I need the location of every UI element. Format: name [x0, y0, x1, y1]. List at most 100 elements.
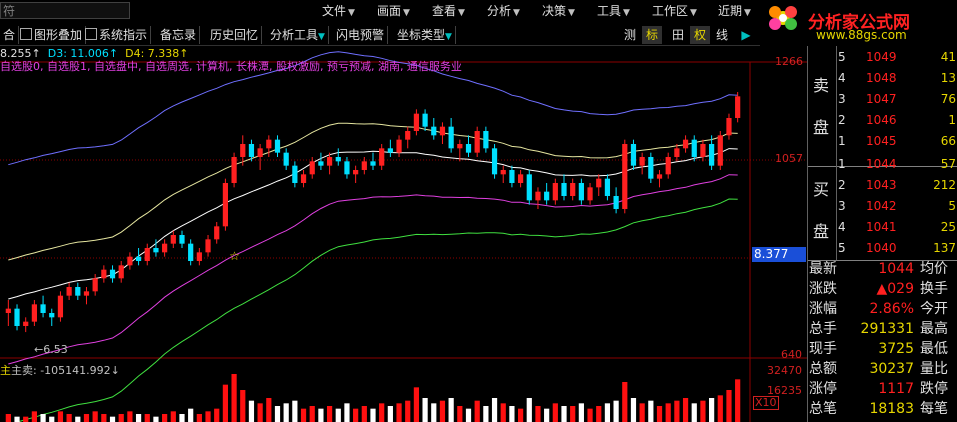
volume-bar: [587, 408, 593, 422]
order-price: 1040: [866, 241, 897, 255]
candle-body: [292, 165, 298, 183]
menu-file[interactable]: 文件 ▼: [322, 3, 355, 19]
order-book-sell-row[interactable]: 5 1049 41: [838, 47, 957, 68]
volume-bar: [526, 398, 532, 422]
toolbar-item-flash-alert[interactable]: 闪电预警: [333, 26, 389, 44]
candle-body: [83, 291, 90, 296]
candle-body: [491, 148, 498, 175]
price-axis-low: 640: [781, 348, 802, 361]
toolbar-item-graph-overlay[interactable]: 图形叠加: [17, 26, 87, 44]
volume-bar: [561, 406, 567, 422]
order-book-sell-row[interactable]: 4 1048 13: [838, 68, 957, 89]
order-volume: 57: [940, 157, 956, 171]
volume-bar: [448, 398, 454, 422]
toolbar-item-memo[interactable]: 备忘录: [157, 26, 201, 44]
candle-body: [188, 243, 194, 261]
candle-body: [457, 144, 463, 149]
volume-bar: [326, 406, 333, 422]
candle-body: [656, 174, 663, 179]
volume-bar: [144, 414, 150, 422]
chevron-down-icon: ▼: [403, 8, 410, 18]
candle-body: [361, 161, 367, 170]
toolbar-item-analysis-tools[interactable]: 分析工具▼: [267, 26, 329, 44]
candle-body: [214, 226, 220, 240]
toolbar-btn-measure[interactable]: 测: [620, 26, 640, 44]
order-book-sell-row[interactable]: 1 1045 66: [838, 131, 957, 152]
band-line: [8, 174, 738, 365]
volume-bar: [431, 403, 437, 422]
stat-label: 总笔: [809, 401, 837, 417]
volume-bar: [309, 406, 315, 422]
volume-bar: [49, 416, 55, 422]
menu-view[interactable]: 查看 ▼: [432, 3, 465, 19]
kline-chart[interactable]: ☆☆☆: [0, 46, 807, 422]
volume-bar: [188, 408, 194, 422]
toolbar-item-history[interactable]: 历史回忆: [207, 26, 263, 44]
candle-body: [439, 126, 446, 136]
stat-label-right: 均价: [920, 261, 948, 277]
candle-body: [344, 161, 350, 175]
candle-body: [526, 174, 532, 201]
order-book-buy-row[interactable]: 4 1041 25: [838, 217, 957, 238]
order-book-sell-row[interactable]: 3 1047 76: [838, 89, 957, 110]
flower-logo-icon: [769, 6, 797, 30]
menu-analysis-label: 分析: [487, 4, 512, 18]
order-book-sell-row[interactable]: 2 1046 1: [838, 110, 957, 131]
candle-body: [387, 148, 393, 153]
toolbar-btn-rights[interactable]: 权: [690, 26, 710, 44]
chevron-down-icon: ▼: [568, 8, 575, 18]
volume-bar: [717, 395, 723, 422]
candle-body: [735, 96, 741, 118]
order-book-buy-row[interactable]: 2 1043 212: [838, 175, 957, 196]
candle-body: [23, 321, 29, 326]
toolbar-item-axis-type[interactable]: 坐标类型▼: [394, 26, 456, 44]
volume-bar: [248, 400, 255, 422]
volume-bar: [335, 408, 341, 422]
stat-label-right: 跌停: [920, 381, 948, 397]
stat-label-right: 最高: [920, 321, 948, 337]
current-price-marker: 8.377: [752, 247, 806, 262]
stat-label-right: 每笔: [920, 401, 948, 417]
candle-body: [66, 287, 72, 296]
candle-body: [118, 265, 124, 279]
candle-body: [5, 308, 11, 313]
candle-body: [75, 287, 81, 296]
order-price: 1049: [866, 50, 897, 64]
menu-recent[interactable]: 近期 ▼: [718, 3, 751, 19]
candle-body: [674, 148, 680, 157]
order-book-buy-row[interactable]: 3 1042 5: [838, 196, 957, 217]
stat-label: 现手: [809, 341, 837, 357]
toolbar-btn-grid[interactable]: 田: [668, 26, 688, 44]
volume-unit-badge: X10: [753, 396, 779, 410]
order-book-buy-row[interactable]: 5 1040 137: [838, 238, 957, 259]
volume-bar: [735, 379, 741, 422]
volume-bar: [570, 406, 576, 422]
menu-workspace-label: 工作区: [652, 4, 689, 18]
order-price: 1048: [866, 71, 897, 85]
volume-bar: [483, 406, 489, 422]
toolbar-btn-mark[interactable]: 标: [642, 26, 662, 44]
candle-body: [717, 135, 723, 166]
order-level: 5: [838, 241, 846, 255]
quote-stat-row: 总手 291331 最高: [808, 319, 957, 339]
buy-label-top: 买: [813, 180, 830, 199]
menu-tools[interactable]: 工具 ▼: [597, 3, 630, 19]
candle-body: [613, 196, 619, 209]
order-volume: 25: [940, 220, 956, 234]
sell-label-top: 卖: [813, 76, 830, 95]
order-book-buy-row[interactable]: 1 1044 57: [838, 154, 957, 175]
volume-bar: [613, 400, 619, 422]
order-book-vline: [836, 46, 837, 260]
chevron-down-icon: ▼: [513, 8, 520, 18]
menu-analysis[interactable]: 分析 ▼: [487, 3, 520, 19]
menu-decision[interactable]: 决策 ▼: [542, 3, 575, 19]
candle-body: [396, 139, 402, 153]
volume-bars: [5, 374, 741, 422]
scroll-right-icon[interactable]: ▶: [736, 26, 756, 44]
toolbar-btn-line[interactable]: 线: [712, 26, 732, 44]
toolbar-label: 分析工具: [270, 28, 319, 42]
menu-workspace[interactable]: 工作区 ▼: [652, 3, 697, 19]
toolbar-item-system-indicator[interactable]: 系统指示: [82, 26, 152, 44]
stock-search-input[interactable]: 符: [0, 2, 130, 19]
menu-view-screen[interactable]: 画面 ▼: [377, 3, 410, 19]
